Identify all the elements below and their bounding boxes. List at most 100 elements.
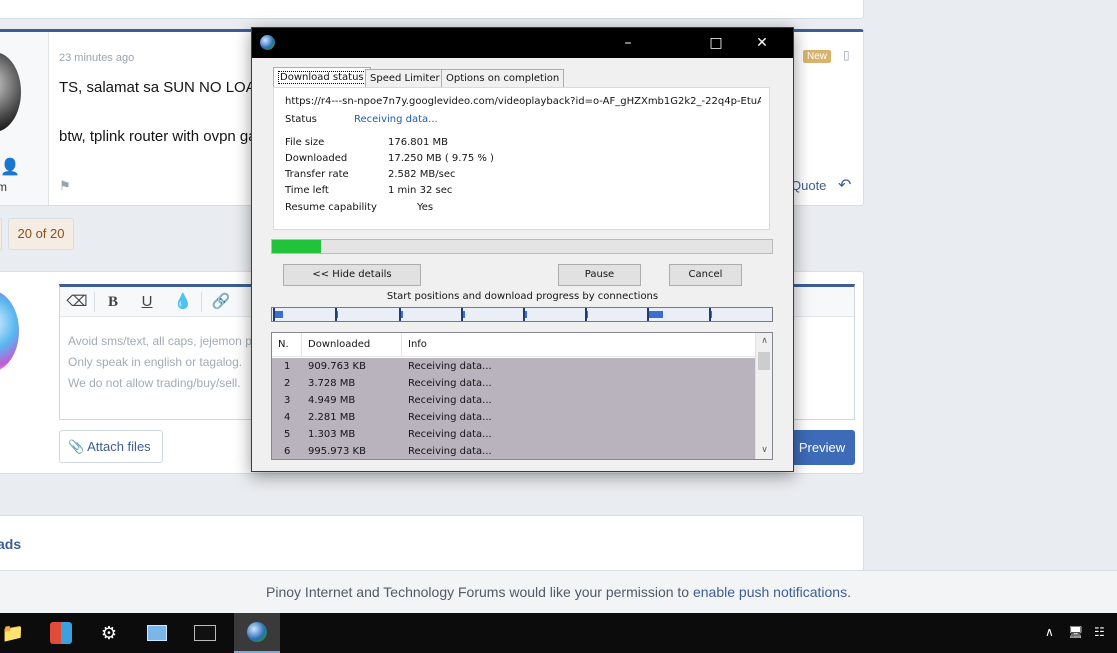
connection-segment-fill [463,311,465,318]
pager-prev-button[interactable] [0,218,2,250]
tab-options-on-completion[interactable]: Options on completion [441,69,565,87]
editor-placeholder-line: Avoid sms/text, all caps, jejemon p [68,334,252,348]
quote-button[interactable]: Quote [791,178,826,193]
control-panel-icon[interactable] [134,613,180,653]
status-label: Status [285,114,317,125]
color-drop-icon[interactable]: 💧 [172,292,194,312]
connections-list[interactable]: N. Downloaded Info 1 909.763 KB Receiving … [271,332,773,460]
connection-downloaded: 2.281 MB [308,412,356,423]
minimize-icon[interactable]: – [605,28,651,58]
connection-downloaded: 3.728 MB [308,378,356,389]
tab-download-status[interactable]: Download status [273,67,371,87]
gear-icon[interactable]: ⚙ [86,613,132,653]
link-icon[interactable]: 🔗 [210,292,232,312]
app-icon[interactable] [38,613,84,653]
table-row[interactable]: 3 4.949 MB Receiving data... [272,392,756,409]
connection-segment-fill [649,311,663,318]
connections-label: Start positions and download progress by… [386,291,659,302]
connection-downloaded: 995.973 KB [308,446,366,457]
download-url: https://r4---sn-npoe7n7y.googlevideo.com… [285,96,761,107]
connection-info: Receiving data... [408,395,492,406]
hide-details-button[interactable]: << Hide details [283,264,421,286]
column-header-downloaded[interactable]: Downloaded [302,333,402,357]
table-row[interactable]: 2 3.728 MB Receiving data... [272,375,756,392]
connection-segment-fill [525,311,527,318]
push-notification-bar: Pinoy Internet and Technology Forums wou… [0,570,1117,613]
connection-segment [273,308,335,321]
pause-button[interactable]: Pause [558,264,641,286]
bold-icon[interactable]: B [102,292,124,312]
connection-segment [335,308,397,321]
bookmark-icon[interactable]: ▯ [843,48,850,62]
transfer-rate-value: 2.582 MB/sec [388,169,456,180]
transfer-rate-label: Transfer rate [285,169,349,180]
attach-files-label: Attach files [87,439,151,454]
connection-segment-fill [711,311,712,318]
column-header-n[interactable]: N. [272,333,302,357]
reply-icon[interactable]: ↶ [838,175,851,195]
avatar[interactable] [0,52,21,132]
push-notice-text: Pinoy Internet and Technology Forums wou… [266,584,693,600]
post-timestamp[interactable]: 23 minutes ago [59,52,134,64]
connection-downloaded: 909.763 KB [308,361,366,372]
connection-downloaded: 4.949 MB [308,395,356,406]
scroll-down-icon[interactable]: ∨ [756,442,772,459]
connection-segment [709,308,772,321]
download-status-panel: https://r4---sn-npoe7n7y.googlevideo.com… [273,87,770,230]
avatar [0,290,19,372]
list-body: 1 909.763 KB Receiving data... 2 3.728 MB Rec… [272,358,756,459]
resume-capability-label: Resume capability [285,202,377,213]
terminal-icon[interactable] [182,613,228,653]
network-icon[interactable]: 🖥 [1068,625,1083,639]
tab-label: Download status [278,71,366,84]
underline-icon[interactable]: U [136,292,158,312]
scroll-up-icon[interactable]: ∧ [756,333,772,350]
report-flag-icon[interactable]: ⚑ [59,178,71,194]
connection-info: Receiving data... [408,361,492,372]
table-row[interactable]: 5 1.303 MB Receiving data... [272,426,756,443]
scrollbar-thumb[interactable] [758,352,770,370]
connection-segment-fill [401,311,403,318]
downloaded-value: 17.250 MB ( 9.75 % ) [388,153,494,164]
cancel-button[interactable]: Cancel [669,264,742,286]
dialog-titlebar[interactable]: – □ ✕ [252,28,793,58]
table-row[interactable]: 6 995.973 KB Receiving data... [272,443,756,459]
connection-number: 1 [284,361,291,372]
table-row[interactable]: 4 2.281 MB Receiving data... [272,409,756,426]
connection-segment [585,308,647,321]
close-icon[interactable]: ✕ [739,28,785,58]
enable-push-link[interactable]: enable push notifications [693,584,847,600]
list-scrollbar[interactable]: ∧ ∨ [755,333,772,459]
connection-info: Receiving data... [408,429,492,440]
download-manager-taskbar-icon[interactable] [234,613,280,653]
download-progress-bar [271,239,773,254]
previous-post-card [0,0,864,19]
column-header-info[interactable]: Info [402,333,756,357]
chevron-up-icon[interactable]: ∧ [1045,625,1054,639]
editor-placeholder-line: We do not allow trading/buy/sell. [68,376,241,390]
pager-current-page[interactable]: 20 of 20 [8,218,74,250]
attach-files-button[interactable]: 📎 Attach files [59,430,163,463]
eraser-icon[interactable]: ⌫ [66,292,88,312]
connection-segment [647,308,709,321]
new-badge: New [803,50,832,63]
maximize-icon[interactable]: □ [693,28,739,58]
download-progress-fill [272,240,321,253]
toolbar-divider [94,292,95,312]
tab-speed-limiter[interactable]: Speed Limiter [365,69,445,87]
connection-number: 4 [284,412,291,423]
connection-segment-fill [587,311,588,318]
table-row[interactable]: 1 909.763 KB Receiving data... [272,358,756,375]
wifi-icon[interactable]: ☷ [1094,625,1105,639]
push-notice-suffix: . [847,584,851,600]
connections-progress-bar [271,307,773,322]
post-author-sidebar: 👤 m [0,32,49,205]
connection-downloaded: 1.303 MB [308,429,356,440]
post-body-line: TS, salamat sa SUN NO LOAD [59,79,267,96]
preview-button[interactable]: Preview [789,430,855,465]
editor-placeholder-line: Only speak in english or tagalog. [68,355,243,369]
connection-number: 2 [284,378,291,389]
file-explorer-icon[interactable]: 📁 [0,613,36,653]
user-title: m [0,180,7,194]
connection-number: 5 [284,429,291,440]
